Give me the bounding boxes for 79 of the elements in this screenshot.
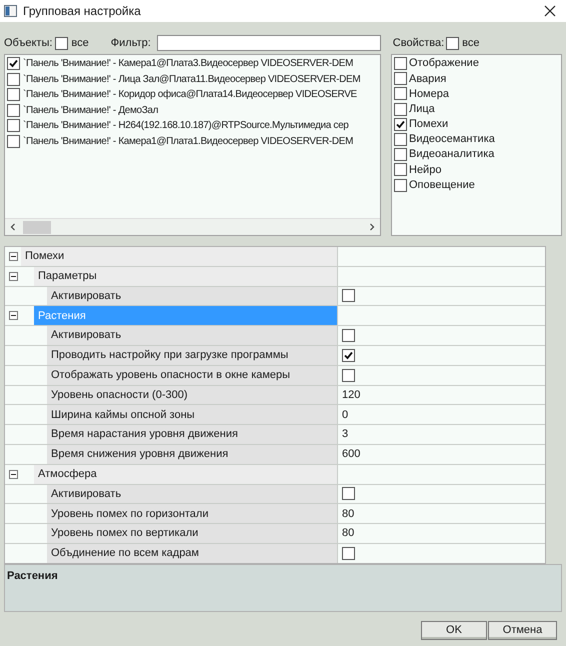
collapse-icon[interactable] — [8, 311, 18, 320]
checkbox[interactable] — [7, 119, 20, 132]
object-item[interactable]: `Панель 'Внимание!' - Камера1@Плата3.Видеосервер VIDEOSERVER-DEM — [23, 56, 354, 72]
checkbox[interactable] — [394, 118, 407, 131]
object-item[interactable]: `Панель 'Внимание!' - ДемоЗал — [23, 102, 158, 118]
property-name: Ширина каймы опсной зоны — [47, 405, 338, 424]
category-row[interactable]: Параметры — [34, 266, 338, 286]
checkbox[interactable] — [55, 36, 68, 50]
checkbox[interactable] — [7, 72, 20, 86]
checkbox[interactable] — [342, 546, 355, 560]
property-value[interactable]: 80 — [342, 506, 354, 522]
property-item[interactable]: Видеосемантика — [409, 131, 495, 148]
property-value[interactable]: 600 — [342, 446, 360, 463]
property-name: Уровень помех по горизонтали — [47, 504, 338, 524]
checkbox[interactable] — [394, 133, 407, 146]
collapse-icon[interactable] — [8, 470, 18, 479]
property-item[interactable]: Нейро — [409, 162, 442, 178]
category-row[interactable]: Атмосфера — [34, 464, 338, 484]
checkbox[interactable] — [342, 329, 355, 342]
property-name: Уровень опасности (0-300) — [47, 386, 338, 404]
property-name: Активировать — [47, 326, 338, 345]
checkbox[interactable] — [394, 178, 407, 192]
ok-button[interactable]: OK — [421, 621, 487, 640]
horizontal-scrollbar[interactable] — [5, 218, 380, 235]
property-name: Отображать уровень опасности в окне камеры — [47, 366, 338, 385]
property-value[interactable]: 0 — [342, 406, 348, 424]
scrollbar-thumb[interactable] — [23, 220, 51, 234]
object-item[interactable]: `Панель 'Внимание!' - Коридор офиса@Плата14.Видеосервер VIDEOSERVE — [23, 87, 357, 102]
object-item[interactable]: `Панель 'Внимание!' - H264(192.168.10.187)@RTPSource.Мультимедиа сер — [23, 118, 348, 134]
property-item[interactable]: Видеоаналитика — [409, 146, 494, 163]
checkbox[interactable] — [394, 72, 407, 86]
property-name: Объдинение по всем кадрам — [47, 544, 338, 563]
property-name: Уровень помех по вертикали — [47, 524, 338, 543]
property-value[interactable]: 3 — [342, 426, 348, 443]
scroll-left-icon[interactable] — [9, 223, 17, 231]
property-name: Активировать — [47, 484, 338, 504]
category-row[interactable]: Помехи — [21, 247, 338, 266]
description-title: Растения — [7, 570, 58, 582]
checkbox[interactable] — [394, 57, 407, 70]
checkbox[interactable] — [7, 134, 20, 148]
properties-label: Свойства: — [392, 36, 444, 51]
property-item[interactable]: Оповещение — [409, 176, 475, 194]
checkbox[interactable] — [342, 289, 355, 302]
select-all-label: все — [71, 36, 89, 51]
collapse-icon[interactable] — [8, 272, 18, 281]
property-name: Время нарастания уровня движения — [47, 425, 338, 444]
property-item[interactable]: Номера — [409, 86, 449, 102]
checkbox[interactable] — [394, 148, 407, 162]
property-value[interactable]: 80 — [342, 525, 354, 542]
property-value[interactable]: 120 — [342, 386, 360, 404]
select-all-label: все — [462, 36, 480, 51]
collapse-icon[interactable] — [8, 252, 18, 261]
checkbox[interactable] — [7, 57, 20, 70]
checkbox[interactable] — [446, 36, 460, 50]
property-name: Проводить настройку при загрузке программы — [47, 346, 338, 365]
object-item[interactable]: `Панель 'Внимание!' - Камера1@Плата1.Видеосервер VIDEOSERVER-DEM — [23, 134, 354, 149]
property-item[interactable]: Лица — [409, 100, 435, 118]
window-icon — [4, 5, 17, 17]
property-item[interactable]: Отображение — [409, 55, 479, 72]
property-name: Время снижения уровня движения — [47, 444, 338, 464]
object-item[interactable]: `Панель 'Внимание!' - Лица Зал@Плата11.Видеосервер VIDEOSERVER-DEM — [23, 72, 360, 87]
scroll-right-icon[interactable] — [368, 223, 376, 231]
filter-field[interactable] — [156, 35, 381, 51]
objects-label: Объекты: — [4, 36, 52, 51]
checkbox[interactable] — [7, 104, 20, 117]
checkbox[interactable] — [7, 88, 20, 102]
checkbox[interactable] — [342, 368, 355, 382]
checkbox[interactable] — [342, 487, 355, 500]
property-name: Активировать — [47, 286, 338, 306]
checkbox[interactable] — [394, 102, 407, 116]
checkbox[interactable] — [342, 348, 355, 362]
window-title: Групповая настройка — [23, 3, 142, 20]
property-item[interactable]: Авария — [409, 70, 446, 88]
cancel-button[interactable]: Отмена — [488, 621, 557, 640]
filter-label: Фильтр: — [110, 36, 151, 51]
property-item[interactable]: Помехи — [409, 116, 448, 133]
checkbox[interactable] — [394, 87, 407, 100]
checkbox[interactable] — [394, 163, 407, 176]
close-icon[interactable] — [544, 5, 556, 17]
